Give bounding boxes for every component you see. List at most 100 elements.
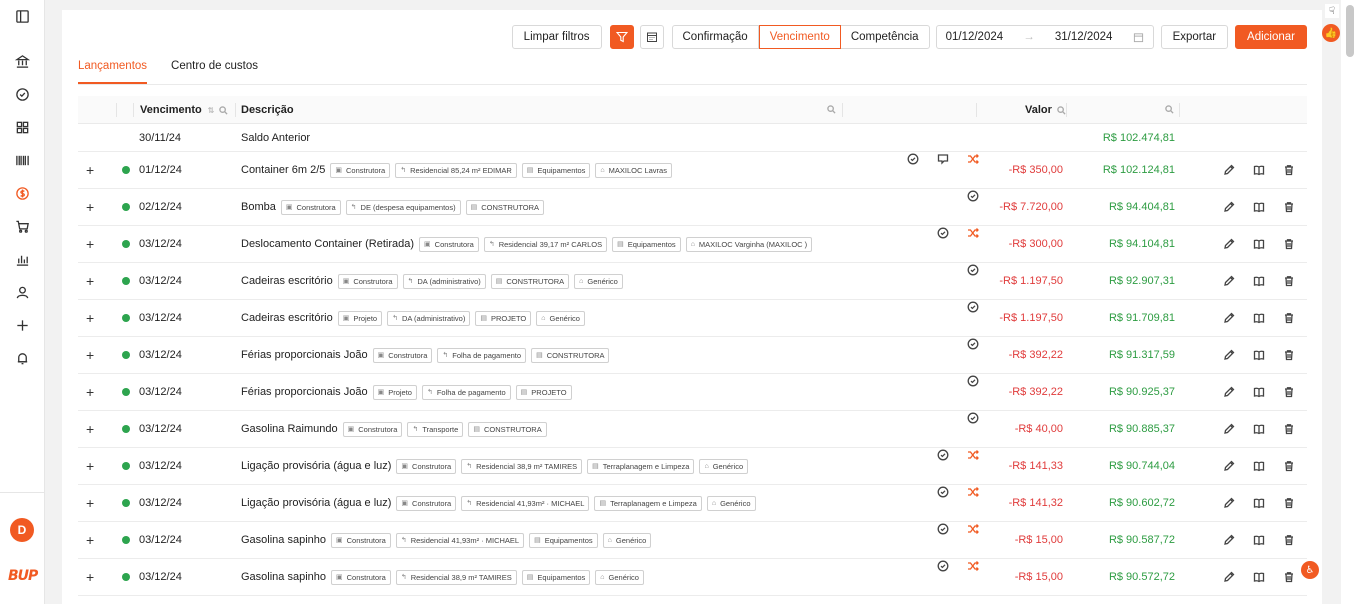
- check-circle-icon[interactable]: [13, 85, 31, 103]
- check-circle-icon[interactable]: [937, 226, 951, 240]
- expand-row-button[interactable]: +: [86, 152, 94, 188]
- search-icon[interactable]: [1057, 105, 1066, 115]
- export-button[interactable]: Exportar: [1160, 25, 1229, 49]
- like-icon[interactable]: 👍: [1322, 24, 1340, 42]
- shuffle-icon[interactable]: [967, 152, 981, 166]
- trash-icon[interactable]: [1283, 152, 1297, 188]
- edit-icon[interactable]: [1223, 522, 1237, 558]
- col-descricao[interactable]: Descrição: [241, 96, 294, 124]
- bank-icon[interactable]: [13, 52, 31, 70]
- book-icon[interactable]: [1253, 448, 1267, 484]
- check-circle-icon[interactable]: [937, 559, 951, 573]
- trash-icon[interactable]: [1283, 448, 1297, 484]
- table-row[interactable]: +03/12/24 Deslocamento Container (Retirad…: [78, 226, 1307, 263]
- book-icon[interactable]: [1253, 411, 1267, 447]
- trash-icon[interactable]: [1283, 226, 1297, 262]
- scrollbar[interactable]: [1346, 5, 1354, 57]
- expand-row-button[interactable]: +: [86, 559, 94, 595]
- book-icon[interactable]: [1253, 559, 1267, 595]
- mode-confirmacao[interactable]: Confirmação: [673, 26, 759, 48]
- trash-icon[interactable]: [1283, 337, 1297, 373]
- avatar[interactable]: D: [10, 518, 34, 542]
- edit-icon[interactable]: [1223, 226, 1237, 262]
- search-icon[interactable]: [1165, 105, 1174, 114]
- expand-row-button[interactable]: +: [86, 189, 94, 225]
- dollar-circle-icon[interactable]: [13, 184, 31, 202]
- table-row[interactable]: +03/12/24 Cadeiras escritório ▣ Projeto ↰ DA …: [78, 300, 1307, 337]
- edit-icon[interactable]: [1223, 263, 1237, 299]
- check-circle-icon[interactable]: [967, 411, 981, 425]
- book-icon[interactable]: [1253, 263, 1267, 299]
- trash-icon[interactable]: [1283, 485, 1297, 521]
- date-to[interactable]: 31/12/2024: [1055, 31, 1113, 43]
- expand-row-button[interactable]: +: [86, 411, 94, 447]
- table-row[interactable]: +03/12/24 Gasolina sapinho ▣ Construtora ↰ Re…: [78, 559, 1307, 596]
- edit-icon[interactable]: [1223, 411, 1237, 447]
- expand-row-button[interactable]: +: [86, 485, 94, 521]
- book-icon[interactable]: [1253, 337, 1267, 373]
- search-icon[interactable]: [827, 105, 836, 114]
- plus-icon[interactable]: [13, 316, 31, 334]
- check-circle-icon[interactable]: [967, 263, 981, 277]
- trash-icon[interactable]: [1283, 522, 1297, 558]
- book-icon[interactable]: [1253, 189, 1267, 225]
- bell-icon[interactable]: [13, 349, 31, 367]
- book-icon[interactable]: [1253, 485, 1267, 521]
- edit-icon[interactable]: [1223, 448, 1237, 484]
- col-valor[interactable]: Valor: [1025, 96, 1066, 124]
- edit-icon[interactable]: [1223, 300, 1237, 336]
- expand-row-button[interactable]: +: [86, 300, 94, 336]
- tab-centro-de-custos[interactable]: Centro de custos: [171, 60, 258, 84]
- edit-icon[interactable]: [1223, 559, 1237, 595]
- search-icon[interactable]: [219, 105, 229, 115]
- date-range-picker[interactable]: 01/12/2024 → 31/12/2024: [935, 25, 1154, 49]
- edit-icon[interactable]: [1223, 152, 1237, 188]
- table-row[interactable]: +03/12/24 Gasolina Raimundo ▣ Construtora ↰ T…: [78, 411, 1307, 448]
- thumbs-icon[interactable]: ☟: [1325, 4, 1339, 18]
- table-row[interactable]: +03/12/24 Ligação provisória (água e luz)…: [78, 485, 1307, 522]
- trash-icon[interactable]: [1283, 189, 1297, 225]
- shuffle-icon[interactable]: [967, 448, 981, 462]
- table-row[interactable]: +03/12/24 Gasolina sapinho ▣ Construtora ↰ Re…: [78, 522, 1307, 559]
- check-circle-icon[interactable]: [937, 485, 951, 499]
- check-circle-icon[interactable]: [907, 152, 921, 166]
- expand-row-button[interactable]: +: [86, 263, 94, 299]
- book-icon[interactable]: [1253, 152, 1267, 188]
- user-icon[interactable]: [13, 283, 31, 301]
- table-row[interactable]: +01/12/24 Container 6m 2/5 ▣ Construtora ↰ Re…: [78, 152, 1307, 189]
- mode-competencia[interactable]: Competência: [841, 26, 929, 48]
- edit-icon[interactable]: [1223, 374, 1237, 410]
- expand-row-button[interactable]: +: [86, 374, 94, 410]
- expand-row-button[interactable]: +: [86, 448, 94, 484]
- book-icon[interactable]: [1253, 522, 1267, 558]
- mode-vencimento[interactable]: Vencimento: [758, 25, 841, 49]
- book-icon[interactable]: [1253, 226, 1267, 262]
- expand-row-button[interactable]: +: [86, 337, 94, 373]
- sidebar-toggle-icon[interactable]: [13, 7, 31, 25]
- book-icon[interactable]: [1253, 374, 1267, 410]
- book-icon[interactable]: [1253, 300, 1267, 336]
- cart-icon[interactable]: [13, 217, 31, 235]
- bar-chart-icon[interactable]: [13, 250, 31, 268]
- trash-icon[interactable]: [1283, 411, 1297, 447]
- check-circle-icon[interactable]: [967, 374, 981, 388]
- table-row[interactable]: +03/12/24 Ligação provisória (água e luz)…: [78, 448, 1307, 485]
- check-circle-icon[interactable]: [967, 300, 981, 314]
- table-row[interactable]: +03/12/24 Cadeiras escritório ▣ Construtora…: [78, 263, 1307, 300]
- trash-icon[interactable]: [1283, 559, 1297, 595]
- calendar-button[interactable]: [639, 25, 664, 49]
- expand-row-button[interactable]: +: [86, 226, 94, 262]
- accessibility-icon[interactable]: ♿: [1301, 561, 1319, 579]
- table-row[interactable]: +02/12/24 Bomba ▣ Construtora ↰ DE (despesa e…: [78, 189, 1307, 226]
- trash-icon[interactable]: [1283, 300, 1297, 336]
- filter-button[interactable]: [609, 25, 634, 49]
- barcode-icon[interactable]: [13, 151, 31, 169]
- edit-icon[interactable]: [1223, 189, 1237, 225]
- shuffle-icon[interactable]: [967, 522, 981, 536]
- table-row[interactable]: +03/12/24 Férias proporcionais João ▣ Const…: [78, 337, 1307, 374]
- tab-lancamentos[interactable]: Lançamentos: [78, 60, 148, 84]
- clear-filters-button[interactable]: Limpar filtros: [511, 25, 602, 49]
- edit-icon[interactable]: [1223, 337, 1237, 373]
- check-circle-icon[interactable]: [937, 448, 951, 462]
- table-row[interactable]: +03/12/24 Férias proporcionais João ▣ Proje…: [78, 374, 1307, 411]
